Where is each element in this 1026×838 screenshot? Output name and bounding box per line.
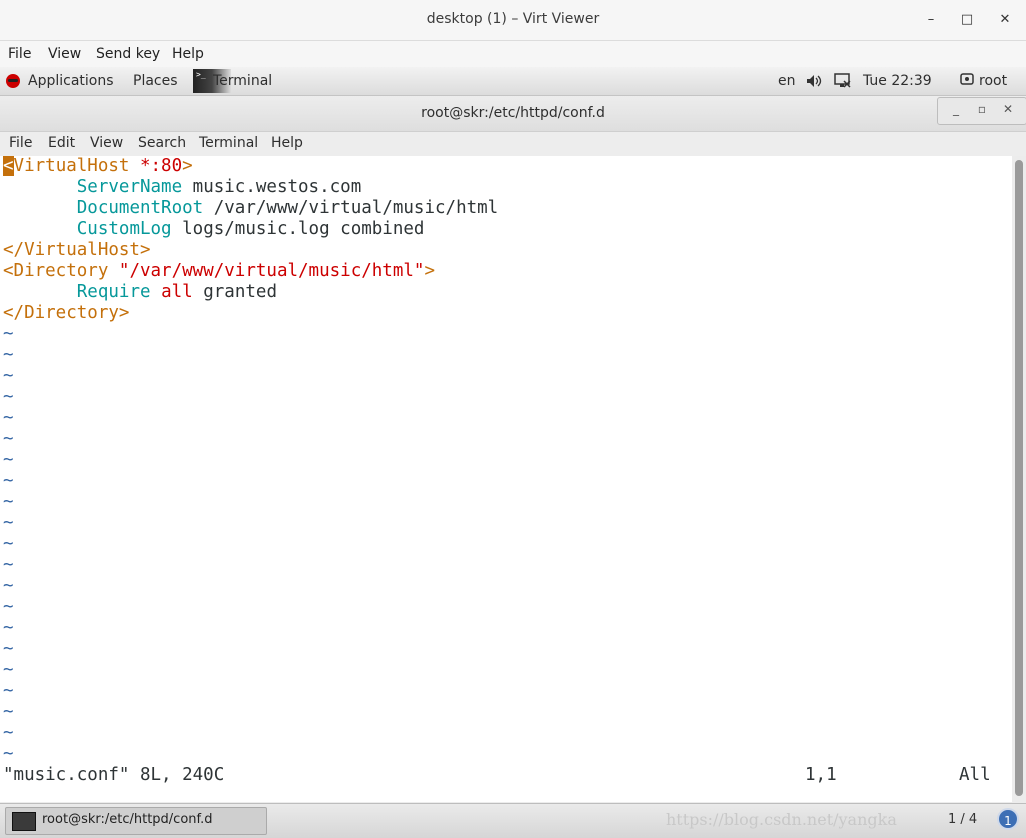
empty-line-tilde: ~ — [3, 702, 14, 722]
applications-menu[interactable]: Applications — [28, 73, 114, 89]
terminal-app-menu[interactable]: Terminal — [213, 73, 272, 89]
empty-line-tilde: ~ — [3, 555, 14, 575]
status-cursor-position: 1,1 — [805, 765, 837, 785]
volume-icon[interactable] — [806, 74, 822, 88]
empty-line-tilde: ~ — [3, 492, 14, 512]
terminal-title: root@skr:/etc/httpd/conf.d — [421, 105, 605, 121]
code-token: > — [182, 156, 193, 176]
terminal-menu-view[interactable]: View — [90, 135, 123, 151]
empty-line-tilde: ~ — [3, 324, 14, 344]
vim-editor[interactable]: "music.conf" 8L, 240C 1,1 All <VirtualHo… — [0, 156, 1012, 802]
terminal-menu-search[interactable]: Search — [138, 135, 186, 151]
code-line: <VirtualHost *:80> — [3, 156, 193, 177]
text-cursor: < — [3, 156, 14, 176]
code-token: CustomLog — [76, 219, 172, 239]
taskbar-terminal-item[interactable]: root@skr:/etc/httpd/conf.d — [5, 807, 267, 835]
viewer-menu-help[interactable]: Help — [172, 46, 204, 62]
code-line: CustomLog logs/music.log combined — [3, 219, 425, 240]
viewer-titlebar: desktop (1) – Virt Viewer – □ ✕ — [0, 0, 1026, 41]
maximize-button[interactable]: □ — [957, 10, 977, 30]
taskbar-item-label: root@skr:/etc/httpd/conf.d — [42, 812, 213, 827]
code-token: VirtualHost — [13, 156, 140, 176]
code-token: /var/www/virtual/music/html — [203, 198, 499, 218]
code-token: > — [424, 261, 435, 281]
viewer-menu-view[interactable]: View — [48, 46, 81, 62]
terminal-scrollbar[interactable] — [1012, 156, 1026, 802]
status-file-info: "music.conf" 8L, 240C — [3, 765, 225, 785]
code-token: "/var/www/virtual/music/html" — [118, 261, 425, 281]
code-token: </VirtualHost> — [3, 240, 151, 260]
code-token: *:80 — [139, 156, 183, 176]
code-line: <Directory "/var/www/virtual/music/html"… — [3, 261, 435, 282]
guest-top-panel: Applications Places Terminal en Tue 22:3… — [0, 67, 1026, 96]
terminal-menu-terminal[interactable]: Terminal — [199, 135, 258, 151]
language-indicator[interactable]: en — [778, 73, 796, 89]
redhat-logo-icon — [6, 74, 20, 88]
minimize-button[interactable]: – — [921, 10, 941, 30]
empty-line-tilde: ~ — [3, 660, 14, 680]
empty-line-tilde: ~ — [3, 681, 14, 701]
code-line: </Directory> — [3, 303, 129, 324]
terminal-minimize-button[interactable]: _ — [946, 102, 966, 116]
notification-badge[interactable]: 1 — [997, 808, 1019, 830]
terminal-menu-file[interactable]: File — [9, 135, 32, 151]
code-token: ServerName — [76, 177, 183, 197]
code-token: Require — [76, 282, 151, 302]
code-token: granted — [192, 282, 277, 302]
terminal-maximize-button[interactable]: ▫ — [972, 102, 992, 116]
code-token: DocumentRoot — [76, 198, 204, 218]
terminal-icon — [12, 812, 36, 831]
empty-line-tilde: ~ — [3, 597, 14, 617]
empty-line-tilde: ~ — [3, 408, 14, 428]
terminal-menubar: File Edit View Search Terminal Help — [0, 132, 1026, 156]
code-token: all — [161, 282, 193, 302]
code-line: DocumentRoot /var/www/virtual/music/html — [3, 198, 498, 219]
watermark: https://blog.csdn.net/yangka — [666, 810, 897, 829]
code-token: music.westos.com — [182, 177, 362, 197]
window-title: desktop (1) – Virt Viewer — [426, 11, 600, 27]
code-line: ServerName music.westos.com — [3, 177, 361, 198]
terminal-titlebar: root@skr:/etc/httpd/conf.d _ ▫ ✕ — [0, 96, 1026, 132]
bottom-taskbar: root@skr:/etc/httpd/conf.d https://blog.… — [0, 803, 1026, 838]
terminal-menu-edit[interactable]: Edit — [48, 135, 75, 151]
viewer-menu-send-key[interactable]: Send key — [96, 46, 160, 62]
empty-line-tilde: ~ — [3, 429, 14, 449]
empty-line-tilde: ~ — [3, 366, 14, 386]
terminal-window-controls: _ ▫ ✕ — [937, 97, 1026, 125]
workspace-indicator[interactable]: 1 / 4 — [948, 812, 977, 827]
code-token: <Directory — [3, 261, 119, 281]
code-line: </VirtualHost> — [3, 240, 151, 261]
viewer-menubar: File View Send key Help — [0, 41, 1026, 67]
viewer-menu-file[interactable]: File — [8, 46, 31, 62]
network-icon[interactable] — [834, 73, 852, 89]
clock[interactable]: Tue 22:39 — [863, 73, 932, 89]
user-menu[interactable]: root — [979, 73, 1007, 89]
empty-line-tilde: ~ — [3, 513, 14, 533]
empty-line-tilde: ~ — [3, 723, 14, 743]
empty-line-tilde: ~ — [3, 345, 14, 365]
code-line: Require all granted — [3, 282, 277, 303]
empty-line-tilde: ~ — [3, 471, 14, 491]
status-scroll: All — [959, 765, 991, 785]
empty-line-tilde: ~ — [3, 534, 14, 554]
empty-line-tilde: ~ — [3, 450, 14, 470]
empty-line-tilde: ~ — [3, 576, 14, 596]
places-menu[interactable]: Places — [133, 73, 178, 89]
close-button[interactable]: ✕ — [995, 10, 1015, 30]
terminal-close-button[interactable]: ✕ — [998, 102, 1018, 116]
terminal-menu-help[interactable]: Help — [271, 135, 303, 151]
user-icon — [960, 73, 974, 85]
empty-line-tilde: ~ — [3, 639, 14, 659]
code-token: </Directory> — [3, 303, 130, 323]
empty-line-tilde: ~ — [3, 387, 14, 407]
empty-line-tilde: ~ — [3, 618, 14, 638]
code-token: logs/music.log combined — [171, 219, 425, 239]
scrollbar-thumb[interactable] — [1015, 160, 1023, 796]
empty-line-tilde: ~ — [3, 744, 14, 764]
